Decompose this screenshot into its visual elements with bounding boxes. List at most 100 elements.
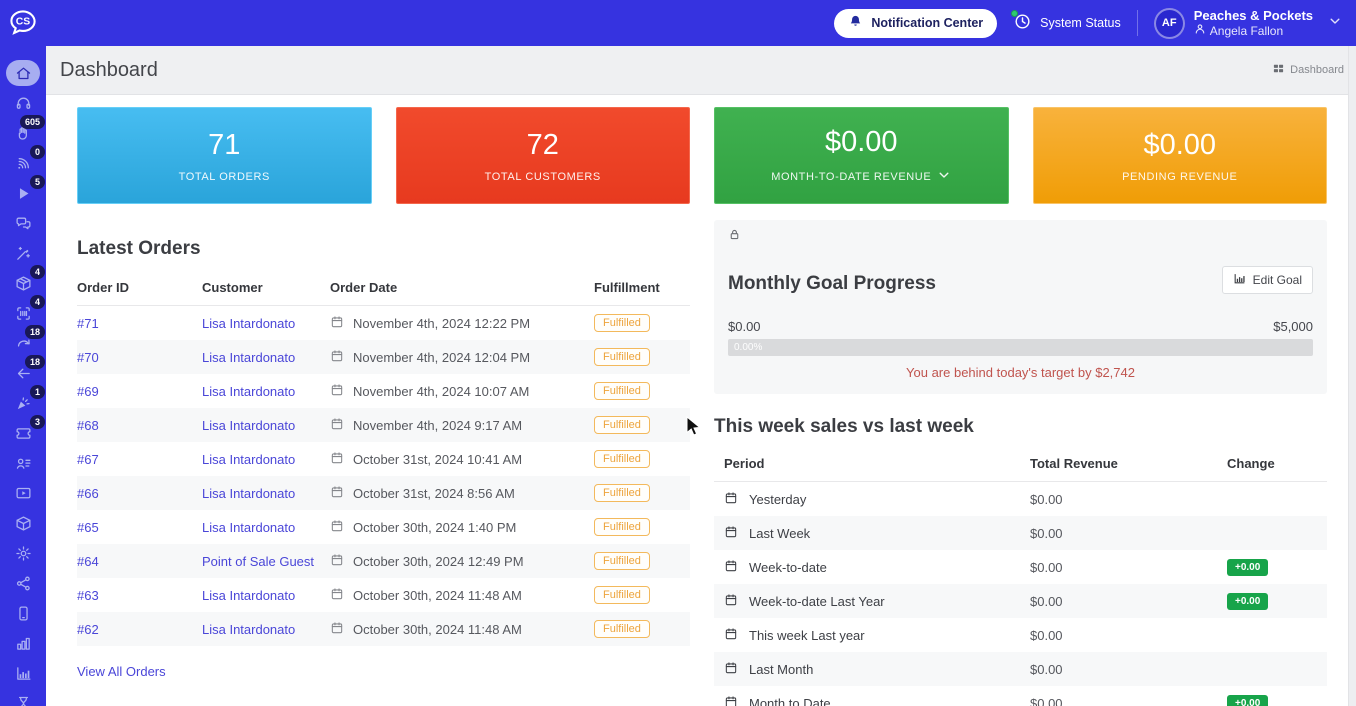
- sidebar-item-icon: [6, 600, 40, 626]
- order-id-link[interactable]: #67: [77, 452, 99, 467]
- order-row-65: #65 Lisa Intardonato October 30th, 2024 …: [77, 510, 690, 544]
- stat-card-label: MONTH-TO-DATE REVENUE: [771, 170, 932, 183]
- sidebar-item-waitlist[interactable]: 18: [0, 325, 46, 358]
- sidebar-item-icon: [6, 630, 40, 656]
- sidebar-item-products[interactable]: 4: [0, 265, 46, 298]
- sidebar-item-reports[interactable]: [0, 628, 46, 658]
- sidebar-item-settings[interactable]: [0, 538, 46, 568]
- account-menu[interactable]: AF Peaches & Pockets Angela Fallon: [1153, 7, 1342, 39]
- order-date: October 31st, 2024 10:41 AM: [353, 451, 523, 467]
- order-id-link[interactable]: #68: [77, 418, 99, 433]
- system-status-label: System Status: [1040, 16, 1121, 30]
- sidebar-item-conversations[interactable]: [0, 208, 46, 238]
- grid-icon: [1272, 62, 1285, 78]
- svg-text:CS: CS: [16, 17, 31, 28]
- week-sales-row-this-week-last-year: This week Last year $0.00: [714, 618, 1327, 652]
- fulfillment-badge: Fulfilled: [594, 552, 650, 570]
- sidebar-item-mobile-app[interactable]: [0, 598, 46, 628]
- customer-link[interactable]: Lisa Intardonato: [202, 350, 295, 365]
- notification-center-label: Notification Center: [871, 16, 984, 30]
- company-name: Peaches & Pockets: [1193, 8, 1313, 23]
- avatar: AF: [1153, 7, 1185, 39]
- fulfillment-badge: Fulfilled: [594, 416, 650, 434]
- week-sales-row-month-to-date: Month to Date $0.00 +0.00: [714, 686, 1327, 706]
- scrollbar[interactable]: [1348, 46, 1356, 706]
- sidebar-item-icon: [6, 450, 40, 476]
- order-id-link[interactable]: #71: [77, 316, 99, 331]
- sidebar-item-analytics[interactable]: [0, 658, 46, 688]
- sidebar-item-automation[interactable]: [0, 238, 46, 268]
- card-dropdown-icon[interactable]: [937, 168, 951, 185]
- sidebar-badge: 605: [19, 115, 45, 129]
- sidebar-item-broadcast[interactable]: 0: [0, 145, 46, 178]
- chevron-down-icon[interactable]: [1328, 14, 1342, 33]
- orders-table-header: Order ID Customer Order Date Fulfillment: [77, 276, 690, 306]
- sidebar-item-promotions[interactable]: 1: [0, 385, 46, 418]
- sidebar-item-customers[interactable]: [0, 448, 46, 478]
- sidebar-badge: 5: [29, 175, 45, 189]
- order-id-link[interactable]: #62: [77, 622, 99, 637]
- sidebar-item-home[interactable]: [0, 58, 46, 88]
- sidebar-item-history[interactable]: [0, 688, 46, 706]
- revenue-value: $0.00: [1030, 559, 1063, 575]
- stat-card-value: $0.00: [824, 126, 898, 158]
- sidebar-item-returns[interactable]: 18: [0, 355, 46, 388]
- stat-card-value: $0.00: [1143, 128, 1217, 161]
- week-sales-row-last-week: Last Week $0.00: [714, 516, 1327, 550]
- sidebar-badge: 1: [29, 385, 45, 399]
- order-id-link[interactable]: #69: [77, 384, 99, 399]
- stat-card-label: TOTAL CUSTOMERS: [484, 170, 601, 183]
- sidebar-item-icon: [6, 480, 40, 506]
- system-status-button[interactable]: System Status: [1011, 10, 1121, 34]
- sidebar-item-live-replays[interactable]: 5: [0, 175, 46, 208]
- sidebar-item-inventory-scan[interactable]: 4: [0, 295, 46, 328]
- goal-warning-text: You are behind today's target by $2,742: [906, 365, 1135, 380]
- change-badge: +0.00: [1227, 593, 1269, 610]
- order-id-link[interactable]: #70: [77, 350, 99, 365]
- order-id-link[interactable]: #63: [77, 588, 99, 603]
- goal-min: $0.00: [728, 319, 761, 334]
- customer-link[interactable]: Lisa Intardonato: [202, 520, 295, 535]
- cs-logo[interactable]: CS: [0, 7, 46, 39]
- edit-goal-button[interactable]: Edit Goal: [1221, 266, 1313, 294]
- sidebar-item-icon: [6, 570, 40, 596]
- customer-link[interactable]: Lisa Intardonato: [202, 418, 295, 433]
- customer-link[interactable]: Lisa Intardonato: [202, 622, 295, 637]
- revenue-value: $0.00: [1030, 525, 1063, 541]
- sidebar-item-integrations[interactable]: [0, 568, 46, 598]
- customer-link[interactable]: Lisa Intardonato: [202, 588, 295, 603]
- period-label: Week-to-date Last Year: [749, 593, 885, 609]
- period-label: Yesterday: [749, 491, 807, 507]
- top-bar: CS Notification Center System Status AF …: [0, 0, 1356, 46]
- sidebar-item-headset[interactable]: [0, 88, 46, 118]
- breadcrumb-label: Dashboard: [1290, 64, 1344, 76]
- customer-link[interactable]: Point of Sale Guest: [202, 554, 314, 569]
- customer-link[interactable]: Lisa Intardonato: [202, 384, 295, 399]
- view-all-orders-link[interactable]: View All Orders: [77, 664, 166, 679]
- breadcrumb[interactable]: Dashboard: [1272, 62, 1344, 78]
- week-sales-row-last-month: Last Month $0.00: [714, 652, 1327, 686]
- fulfillment-badge: Fulfilled: [594, 450, 650, 468]
- sidebar-badge: 4: [29, 295, 45, 309]
- order-row-71: #71 Lisa Intardonato November 4th, 2024 …: [77, 306, 690, 340]
- notification-center-button[interactable]: Notification Center: [834, 8, 998, 38]
- goal-max: $5,000: [1273, 319, 1313, 334]
- sidebar-item-raised-hand[interactable]: 605: [0, 115, 46, 148]
- order-id-link[interactable]: #64: [77, 554, 99, 569]
- calendar-icon: [724, 525, 738, 542]
- period-label: Last Month: [749, 661, 814, 677]
- order-id-link[interactable]: #65: [77, 520, 99, 535]
- customer-link[interactable]: Lisa Intardonato: [202, 486, 295, 501]
- order-id-link[interactable]: #66: [77, 486, 99, 501]
- order-date: November 4th, 2024 12:04 PM: [353, 349, 531, 365]
- period-label: Week-to-date: [749, 559, 827, 575]
- calendar-icon: [330, 485, 344, 502]
- customer-link[interactable]: Lisa Intardonato: [202, 316, 295, 331]
- calendar-icon: [330, 621, 344, 638]
- sidebar-item-videos[interactable]: [0, 478, 46, 508]
- sidebar-item-shipping[interactable]: [0, 508, 46, 538]
- change-badge: +0.00: [1227, 695, 1269, 706]
- customer-link[interactable]: Lisa Intardonato: [202, 452, 295, 467]
- sidebar-item-coupons[interactable]: 3: [0, 415, 46, 448]
- order-row-64: #64 Point of Sale Guest October 30th, 20…: [77, 544, 690, 578]
